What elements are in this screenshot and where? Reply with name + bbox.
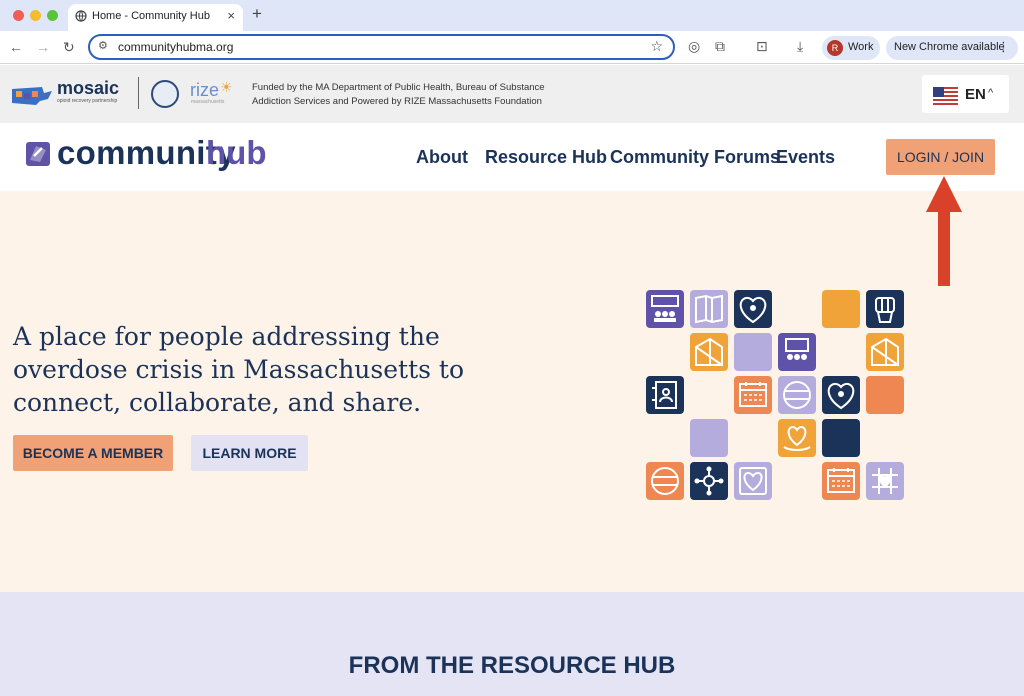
back-icon[interactable]: ← xyxy=(9,39,23,55)
globe-icon xyxy=(778,376,816,414)
blank-tile xyxy=(690,419,728,457)
update-chrome-button[interactable]: New Chrome available ⋮ xyxy=(886,36,1018,60)
avatar: R xyxy=(827,40,843,56)
chevron-up-icon: ^ xyxy=(988,87,994,99)
heart-people-icon xyxy=(734,290,772,328)
calendar-icon xyxy=(734,376,772,414)
close-tab-icon[interactable]: × xyxy=(227,8,235,23)
icon-mosaic xyxy=(646,290,904,500)
meeting-icon xyxy=(778,333,816,371)
reload-icon[interactable]: ↻ xyxy=(63,39,75,56)
rize-tagline: massachusetts xyxy=(191,99,225,105)
hero-headline: A place for people addressing the overdo… xyxy=(13,322,465,417)
map-icon xyxy=(690,290,728,328)
language-selector[interactable]: EN ^ xyxy=(922,75,1009,113)
community-hub-logo-icon[interactable] xyxy=(26,142,50,166)
password-manager-icon[interactable]: ◎ xyxy=(688,38,700,55)
url-text[interactable]: communityhubma.org xyxy=(118,40,233,54)
heart-grid-icon xyxy=(866,462,904,500)
blank-tile xyxy=(822,290,860,328)
rize-logo[interactable]: rize xyxy=(190,80,219,101)
language-label: EN xyxy=(965,86,986,103)
resource-hub-section: FROM THE RESOURCE HUB xyxy=(0,592,1024,696)
more-menu-icon[interactable]: ⋮ xyxy=(997,39,1010,55)
browser-tab-bar: Home - Community Hub × + xyxy=(0,0,1024,31)
nav-community-forums[interactable]: Community Forums xyxy=(610,147,780,168)
site-settings-icon[interactable]: ⚙ xyxy=(98,39,108,52)
maximize-window-button[interactable] xyxy=(47,10,58,21)
blank-tile xyxy=(734,333,772,371)
fist-icon xyxy=(866,290,904,328)
bookmark-star-icon[interactable]: ☆ xyxy=(650,38,663,55)
funding-banner: mosaic opioid recovery partnership rize … xyxy=(0,65,1024,123)
site-header: community hub About Resource Hub Communi… xyxy=(0,123,1024,191)
funding-statement: Funded by the MA Department of Public He… xyxy=(252,82,545,107)
logo-text-hub[interactable]: hub xyxy=(206,134,266,172)
minimize-window-button[interactable] xyxy=(30,10,41,21)
us-flag-icon xyxy=(933,87,958,105)
people-icon xyxy=(646,290,684,328)
login-join-button[interactable]: LOGIN / JOIN xyxy=(886,139,995,175)
download-icon[interactable]: ⤓ xyxy=(797,38,803,55)
forward-icon[interactable]: → xyxy=(36,39,50,55)
contact-book-icon xyxy=(646,376,684,414)
sun-icon: ☀ xyxy=(220,79,233,95)
heart-hand-icon xyxy=(778,419,816,457)
calendar-icon xyxy=(822,462,860,500)
nav-events[interactable]: Events xyxy=(776,147,835,168)
address-bar[interactable]: ⚙ communityhubma.org ☆ xyxy=(88,34,675,60)
tab-title: Home - Community Hub xyxy=(92,10,210,22)
globe-icon xyxy=(646,462,684,500)
section-title: FROM THE RESOURCE HUB xyxy=(348,652,676,679)
mosaic-logo[interactable]: mosaic xyxy=(57,78,119,99)
mosaic-tagline: opioid recovery partnership xyxy=(57,98,118,104)
close-window-button[interactable] xyxy=(13,10,24,21)
extensions-icon[interactable]: ⧉ xyxy=(715,38,725,55)
tab-search-icon[interactable]: ⊡ xyxy=(756,38,768,55)
new-tab-button[interactable]: + xyxy=(252,4,262,24)
profile-button[interactable]: R Work xyxy=(822,36,880,60)
state-seal-icon xyxy=(151,80,179,108)
become-member-button[interactable]: BECOME A MEMBER xyxy=(13,435,173,471)
blank-tile xyxy=(866,376,904,414)
folded-map-icon xyxy=(866,333,904,371)
network-icon xyxy=(690,462,728,500)
heart-icon xyxy=(734,462,772,500)
globe-icon xyxy=(75,10,87,22)
nav-about[interactable]: About xyxy=(416,147,468,168)
divider xyxy=(138,77,139,109)
heart-people-icon xyxy=(822,376,860,414)
learn-more-button[interactable]: LEARN MORE xyxy=(191,435,308,471)
browser-tab-active[interactable]: Home - Community Hub × xyxy=(68,4,243,31)
massachusetts-map-icon xyxy=(12,87,52,105)
update-label: New Chrome available xyxy=(894,41,1005,53)
annotation-arrow xyxy=(926,176,962,286)
blank-tile xyxy=(822,419,860,457)
hero-section: A place for people addressing the overdo… xyxy=(0,191,1024,592)
folded-map-icon xyxy=(690,333,728,371)
nav-resource-hub[interactable]: Resource Hub xyxy=(485,147,607,168)
browser-toolbar: ← → ↻ ⚙ communityhubma.org ☆ ◎ ⧉ ⊡ ⤓ R W… xyxy=(0,31,1024,64)
profile-label: Work xyxy=(848,41,874,53)
